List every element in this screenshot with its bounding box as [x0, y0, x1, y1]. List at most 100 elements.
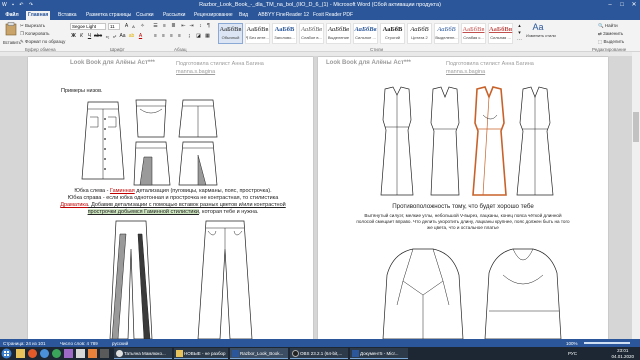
grow-font-button[interactable]: A: [123, 23, 130, 30]
style-emphasis[interactable]: АаБбВв Выделение: [326, 23, 351, 44]
style-quote-2[interactable]: АаБбВ Цитата 2: [407, 23, 432, 44]
decrease-indent-button[interactable]: ⇤: [180, 23, 187, 30]
style-subtle-emphasis[interactable]: АаБбВв Слабое в...: [299, 23, 324, 44]
underline-button[interactable]: Ч: [86, 33, 93, 40]
horizontal-ruler[interactable]: [0, 52, 640, 56]
pinned-browser-icon[interactable]: [40, 349, 49, 358]
tab-file[interactable]: Файл: [2, 11, 22, 20]
style-no-spacing[interactable]: АаБбВв ¶ Без инте...: [245, 23, 270, 44]
tab-home[interactable]: Главная: [26, 11, 51, 20]
paste-button[interactable]: Вставить: [3, 22, 21, 45]
highlight-color-button[interactable]: ab: [128, 33, 135, 40]
bullets-button[interactable]: ☰: [152, 23, 159, 30]
window-title: Razbor_Look_Book_-_dla_TM_na_bol_(IIO_D_…: [199, 2, 441, 8]
show-marks-button[interactable]: ¶: [205, 23, 212, 30]
styles-more-icon[interactable]: ⋯: [516, 37, 523, 44]
subscript-button[interactable]: x₂: [104, 33, 111, 40]
windows-start-icon[interactable]: [0, 347, 13, 360]
shading-button[interactable]: ◪: [195, 33, 202, 40]
language-indicator[interactable]: русский: [112, 341, 128, 346]
style-strong[interactable]: АаБбВ Строгий: [380, 23, 405, 44]
cut-button[interactable]: ✂ Вырезать: [20, 23, 45, 29]
format-painter-button[interactable]: ✎ Формат по образцу: [20, 39, 65, 45]
multilevel-list-button[interactable]: ≣: [170, 23, 177, 30]
taskbar-item-obs[interactable]: OBS 23.2.1 (64-bit,...: [290, 348, 348, 359]
page-counter[interactable]: Страница: 24 из 101: [3, 341, 46, 346]
replace-button[interactable]: ⇄ Заменить: [598, 31, 623, 37]
page-header-link[interactable]: manna.s.bagina: [446, 69, 485, 75]
zoom-level[interactable]: 100%: [566, 341, 578, 346]
pinned-explorer-icon[interactable]: [16, 349, 25, 358]
tray-lang[interactable]: РУС: [568, 351, 577, 356]
skirts-illustration: [81, 99, 218, 186]
word-count[interactable]: Число слов: 4 789: [60, 341, 98, 346]
tab-review[interactable]: Рецензирование: [192, 11, 235, 20]
vertical-scrollbar[interactable]: [632, 52, 640, 339]
clear-format-button[interactable]: ✧: [139, 23, 146, 30]
taskbar-item-chat[interactable]: Татьяна Мамлюко...: [114, 348, 172, 359]
styles-scroll-down-icon[interactable]: ▾: [516, 30, 523, 37]
style-intense-reference[interactable]: АаБбВв Сильная ...: [488, 23, 513, 44]
minimize-button[interactable]: –: [604, 1, 616, 9]
pinned-media-icon[interactable]: [28, 349, 37, 358]
align-left-button[interactable]: ≡: [152, 33, 159, 40]
taskbar-item-document5[interactable]: Документ5 - Micr...: [350, 348, 408, 359]
font-size-select[interactable]: 11: [108, 23, 120, 30]
system-clock[interactable]: 23:01 04.01.2020: [611, 348, 634, 359]
tab-references[interactable]: Ссылки: [134, 11, 156, 20]
page-right[interactable]: Look Book для Алёны Аст*** Подготовила с…: [318, 57, 608, 340]
pinned-app2-icon[interactable]: [76, 349, 85, 358]
page-header-title: Look Book для Алёны Аст***: [70, 60, 155, 66]
maximize-button[interactable]: □: [616, 1, 628, 9]
superscript-button[interactable]: x²: [111, 33, 118, 40]
pinned-app4-icon[interactable]: [100, 349, 109, 358]
font-color-button[interactable]: A: [137, 33, 144, 40]
taskbar-item-word-doc[interactable]: Razbor_Look_Book...: [230, 348, 288, 359]
italic-button[interactable]: К: [78, 33, 85, 40]
taskbar-item-folder[interactable]: НОВЫЕ - не разбор: [174, 348, 228, 359]
tab-page-layout[interactable]: Разметка страницы: [84, 11, 133, 20]
style-heading[interactable]: АаБбВ Заголово...: [272, 23, 297, 44]
page-left[interactable]: Look Book для Алёны Аст*** Подготовила с…: [28, 57, 313, 340]
copy-button[interactable]: ❐ Копировать: [20, 31, 50, 37]
justify-button[interactable]: ≡: [176, 33, 183, 40]
skirt-inset: [178, 141, 218, 186]
tab-view[interactable]: Вид: [237, 11, 250, 20]
align-center-button[interactable]: ≡: [160, 33, 167, 40]
tab-mailings[interactable]: Рассылки: [161, 11, 187, 20]
change-case-button[interactable]: Aa: [119, 33, 126, 40]
pinned-app-icon[interactable]: [64, 349, 73, 358]
page-header-subtitle: Подготовила стилист Анна Багина: [176, 61, 264, 67]
ribbon-tabs: Файл Главная Вставка Разметка страницы С…: [0, 10, 640, 20]
align-right-button[interactable]: ≡: [168, 33, 175, 40]
page-header-link[interactable]: manna.s.bagina: [176, 69, 215, 75]
scrollbar-thumb[interactable]: [633, 112, 639, 142]
pinned-chrome-icon[interactable]: [52, 349, 61, 358]
find-button[interactable]: 🔍 Найти: [598, 23, 618, 29]
increase-indent-button[interactable]: ⇥: [188, 23, 195, 30]
change-styles-button[interactable]: Aa Изменить стили: [526, 22, 556, 44]
sort-button[interactable]: ↕: [197, 23, 204, 30]
numbering-button[interactable]: ≡: [161, 23, 168, 30]
trousers-illustration: [109, 220, 253, 340]
close-button[interactable]: ✕: [628, 1, 640, 9]
page2-caption: Противоположность тому, что будет хорошо…: [392, 203, 534, 210]
style-intense-emphasis[interactable]: АаБбВв Сильное ...: [353, 23, 378, 44]
pinned-app3-icon[interactable]: [88, 349, 97, 358]
shrink-font-button[interactable]: A: [130, 23, 137, 30]
tab-abbyy[interactable]: ABBYY FineReader 12: [256, 11, 311, 20]
style-normal[interactable]: АаБбВв Обычный: [218, 23, 243, 44]
line-spacing-button[interactable]: ↨: [186, 33, 193, 40]
style-subtle-reference[interactable]: АаБбВв Слабая с...: [461, 23, 486, 44]
select-button[interactable]: ⬚ Выделить: [598, 39, 624, 45]
strikethrough-button[interactable]: abc: [94, 33, 102, 40]
styles-scroll-up-icon[interactable]: ▴: [516, 23, 523, 30]
tab-insert[interactable]: Вставка: [56, 11, 79, 20]
dress-highlighted: [472, 86, 507, 196]
tab-foxit[interactable]: Foxit Reader PDF: [311, 11, 355, 20]
bold-button[interactable]: Ж: [70, 33, 77, 40]
font-name-select[interactable]: Segoe Light: [70, 23, 106, 30]
style-intense-quote[interactable]: АаБбВ Выделенн...: [434, 23, 459, 44]
zoom-slider[interactable]: [584, 342, 630, 344]
borders-button[interactable]: ▦: [204, 33, 211, 40]
